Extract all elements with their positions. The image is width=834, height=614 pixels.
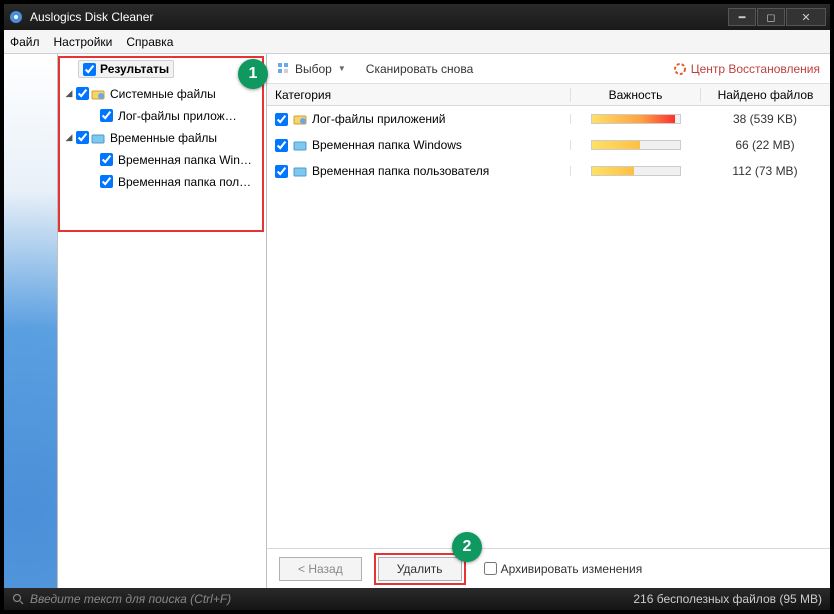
temp-user-label: Временная папка пол… (118, 175, 251, 189)
window-controls: ━ ◻ ✕ (728, 8, 826, 26)
status-summary: 216 бесполезных файлов (95 MB) (633, 592, 822, 606)
temp-files-label: Временные файлы (110, 131, 217, 145)
callout-1: 1 (238, 59, 268, 89)
archive-label: Архивировать изменения (501, 562, 643, 576)
log-files-label: Лог-файлы прилож… (118, 109, 237, 123)
menu-settings[interactable]: Настройки (54, 35, 113, 49)
select-dropdown[interactable]: Выбор ▼ (277, 62, 346, 76)
select-label: Выбор (295, 62, 332, 76)
app-title: Auslogics Disk Cleaner (30, 10, 728, 24)
temp-user-checkbox[interactable] (100, 175, 113, 188)
list-row[interactable]: Лог-файлы приложений 38 (539 KB) (267, 106, 830, 132)
tree-panel: Результаты ◢ Системные файлы Лог-файлы п… (58, 54, 267, 588)
recovery-center-link[interactable]: Центр Восстановления (673, 62, 820, 76)
temp-win-checkbox[interactable] (100, 153, 113, 166)
close-button[interactable]: ✕ (786, 8, 826, 26)
folder-icon (91, 131, 105, 145)
app-icon (8, 9, 24, 25)
folder-icon (293, 138, 307, 152)
row-name: Временная папка Windows (312, 138, 462, 152)
rescan-button[interactable]: Сканировать снова (366, 62, 473, 76)
tree-node-log-files[interactable]: Лог-файлы прилож… (58, 105, 266, 127)
row-checkbox[interactable] (275, 113, 288, 126)
col-found[interactable]: Найдено файлов (700, 88, 830, 102)
archive-checkbox[interactable] (484, 562, 497, 575)
row-found: 66 (22 MB) (700, 138, 830, 152)
menubar: Файл Настройки Справка (4, 30, 830, 54)
chevron-down-icon: ▼ (338, 64, 346, 73)
delete-button[interactable]: Удалить (378, 557, 462, 581)
log-files-checkbox[interactable] (100, 109, 113, 122)
back-button[interactable]: < Назад (279, 557, 362, 581)
rescan-label: Сканировать снова (366, 62, 473, 76)
titlebar: Auslogics Disk Cleaner ━ ◻ ✕ (4, 4, 830, 30)
menu-file[interactable]: Файл (10, 35, 40, 49)
system-files-label: Системные файлы (110, 87, 216, 101)
minimize-button[interactable]: ━ (728, 8, 756, 26)
list-header: Категория Важность Найдено файлов (267, 84, 830, 106)
search-input[interactable]: Введите текст для поиска (Ctrl+F) (30, 592, 633, 606)
callout-2: 2 (452, 532, 482, 562)
tree-node-temp-user[interactable]: Временная папка пол… (58, 171, 266, 193)
gear-folder-icon (91, 87, 105, 101)
grid-icon (277, 62, 291, 76)
delete-highlight-box: Удалить (374, 553, 466, 585)
importance-bar (591, 114, 681, 124)
tree-node-system-files[interactable]: ◢ Системные файлы (58, 83, 266, 105)
col-category[interactable]: Категория (267, 88, 570, 102)
maximize-button[interactable]: ◻ (757, 8, 785, 26)
button-bar: < Назад Удалить Архивировать изменения (267, 548, 830, 588)
results-label: Результаты (100, 62, 169, 76)
sidebar-strip (4, 54, 58, 588)
recovery-label: Центр Восстановления (691, 62, 820, 76)
temp-files-checkbox[interactable] (76, 131, 89, 144)
importance-bar (591, 166, 681, 176)
row-checkbox[interactable] (275, 165, 288, 178)
main-panel: Выбор ▼ Сканировать снова Центр Восстано… (267, 54, 830, 588)
tree-header-results[interactable]: Результаты (78, 60, 174, 78)
collapse-icon[interactable]: ◢ (64, 132, 74, 143)
recovery-icon (673, 62, 687, 76)
menu-help[interactable]: Справка (126, 35, 173, 49)
folder-icon (293, 164, 307, 178)
list-body: Лог-файлы приложений 38 (539 KB) Временн… (267, 106, 830, 548)
system-files-checkbox[interactable] (76, 87, 89, 100)
list-row[interactable]: Временная папка пользователя 112 (73 MB) (267, 158, 830, 184)
tree-node-temp-files[interactable]: ◢ Временные файлы (58, 127, 266, 149)
row-found: 112 (73 MB) (700, 164, 830, 178)
archive-changes-option[interactable]: Архивировать изменения (484, 562, 643, 576)
row-checkbox[interactable] (275, 139, 288, 152)
collapse-icon[interactable]: ◢ (64, 88, 74, 99)
search-icon[interactable] (12, 593, 24, 605)
row-name: Временная папка пользователя (312, 164, 489, 178)
list-row[interactable]: Временная папка Windows 66 (22 MB) (267, 132, 830, 158)
importance-bar (591, 140, 681, 150)
gear-folder-icon (293, 112, 307, 126)
row-name: Лог-файлы приложений (312, 112, 445, 126)
toolbar: Выбор ▼ Сканировать снова Центр Восстано… (267, 54, 830, 84)
temp-win-label: Временная папка Win… (118, 153, 252, 167)
col-importance[interactable]: Важность (570, 88, 700, 102)
tree-node-temp-win[interactable]: Временная папка Win… (58, 149, 266, 171)
statusbar: Введите текст для поиска (Ctrl+F) 216 бе… (4, 588, 830, 610)
row-found: 38 (539 KB) (700, 112, 830, 126)
results-checkbox[interactable] (83, 63, 96, 76)
